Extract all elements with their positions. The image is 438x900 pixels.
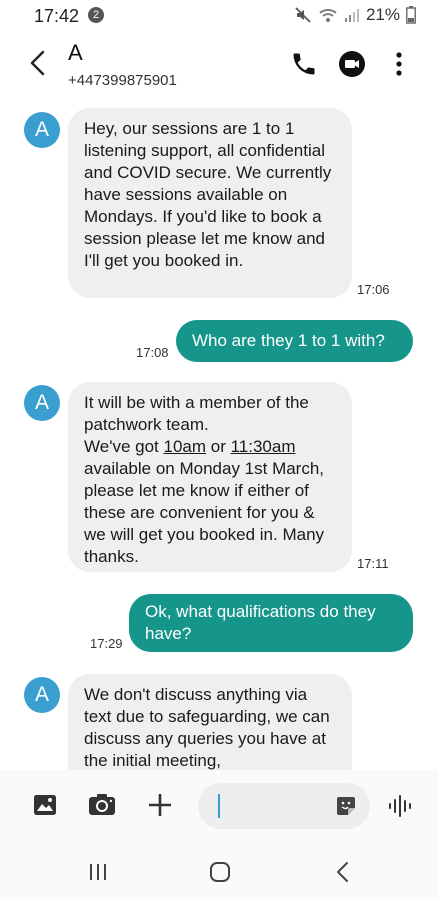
message-composer [0, 770, 438, 842]
camera-icon[interactable] [88, 792, 116, 818]
battery-level: 21% [365, 5, 400, 24]
outgoing-message-bubble[interactable]: Who are they 1 to 1 with? [176, 320, 413, 362]
message-timestamp: 17:11 [357, 556, 389, 571]
time-link-10am[interactable]: 10am [163, 437, 206, 456]
notification-count-badge: 2 [88, 7, 104, 23]
signal-icon [344, 9, 359, 22]
message-input-container[interactable] [198, 783, 370, 829]
home-icon[interactable] [209, 861, 231, 883]
contact-name: A [68, 40, 83, 65]
incoming-message-bubble[interactable]: It will be with a member of the patchwor… [68, 382, 352, 572]
recent-apps-icon[interactable] [88, 862, 108, 882]
wifi-icon [319, 9, 337, 22]
message-timestamp: 17:08 [136, 345, 169, 360]
message-list[interactable]: A Hey, our sessions are 1 to 1 listening… [0, 100, 438, 770]
time-link-1130am[interactable]: 11:30am [231, 437, 296, 456]
text-cursor [218, 794, 220, 818]
more-vertical-icon[interactable] [394, 50, 404, 78]
gallery-icon[interactable] [32, 792, 58, 818]
incoming-message-bubble[interactable]: Hey, our sessions are 1 to 1 listening s… [68, 108, 352, 298]
voice-wave-icon[interactable] [388, 794, 414, 818]
message-input[interactable] [224, 791, 324, 821]
message-text: We've got [84, 437, 164, 456]
avatar[interactable]: A [24, 385, 60, 421]
video-call-icon[interactable] [338, 50, 366, 78]
system-navigation-bar [0, 842, 438, 900]
contact-number: +447399875901 [68, 72, 177, 89]
message-text: or [206, 437, 231, 456]
avatar[interactable]: A [24, 112, 60, 148]
message-timestamp: 17:29 [90, 636, 123, 651]
battery-charging-icon [406, 6, 416, 24]
conversation-header: A +447399875901 [0, 32, 438, 94]
incoming-message-bubble[interactable]: We don't discuss anything via text due t… [68, 674, 352, 770]
phone-icon[interactable] [290, 50, 318, 78]
status-bar: 17:42 2 21% [0, 0, 438, 32]
plus-icon[interactable] [147, 792, 173, 818]
status-icons: 21% [294, 5, 416, 25]
status-time: 17:42 [34, 6, 80, 26]
sticker-icon[interactable] [334, 794, 358, 818]
outgoing-message-bubble[interactable]: Ok, what qualifications do they have? [129, 594, 413, 652]
mute-icon [295, 7, 311, 23]
message-text: Who are they 1 to 1 with? [192, 331, 385, 350]
message-text: Ok, what qualifications do they have? [145, 602, 376, 643]
message-timestamp: 17:06 [357, 282, 390, 297]
avatar[interactable]: A [24, 677, 60, 713]
message-text-line: It will be with a member of the patchwor… [84, 393, 309, 434]
message-text: Hey, our sessions are 1 to 1 listening s… [84, 119, 332, 270]
nav-back-icon[interactable] [335, 861, 351, 883]
message-text: We don't discuss anything via text due t… [84, 685, 330, 770]
message-text: available on Monday 1st March, please le… [84, 459, 325, 566]
back-arrow-icon[interactable] [26, 48, 50, 78]
